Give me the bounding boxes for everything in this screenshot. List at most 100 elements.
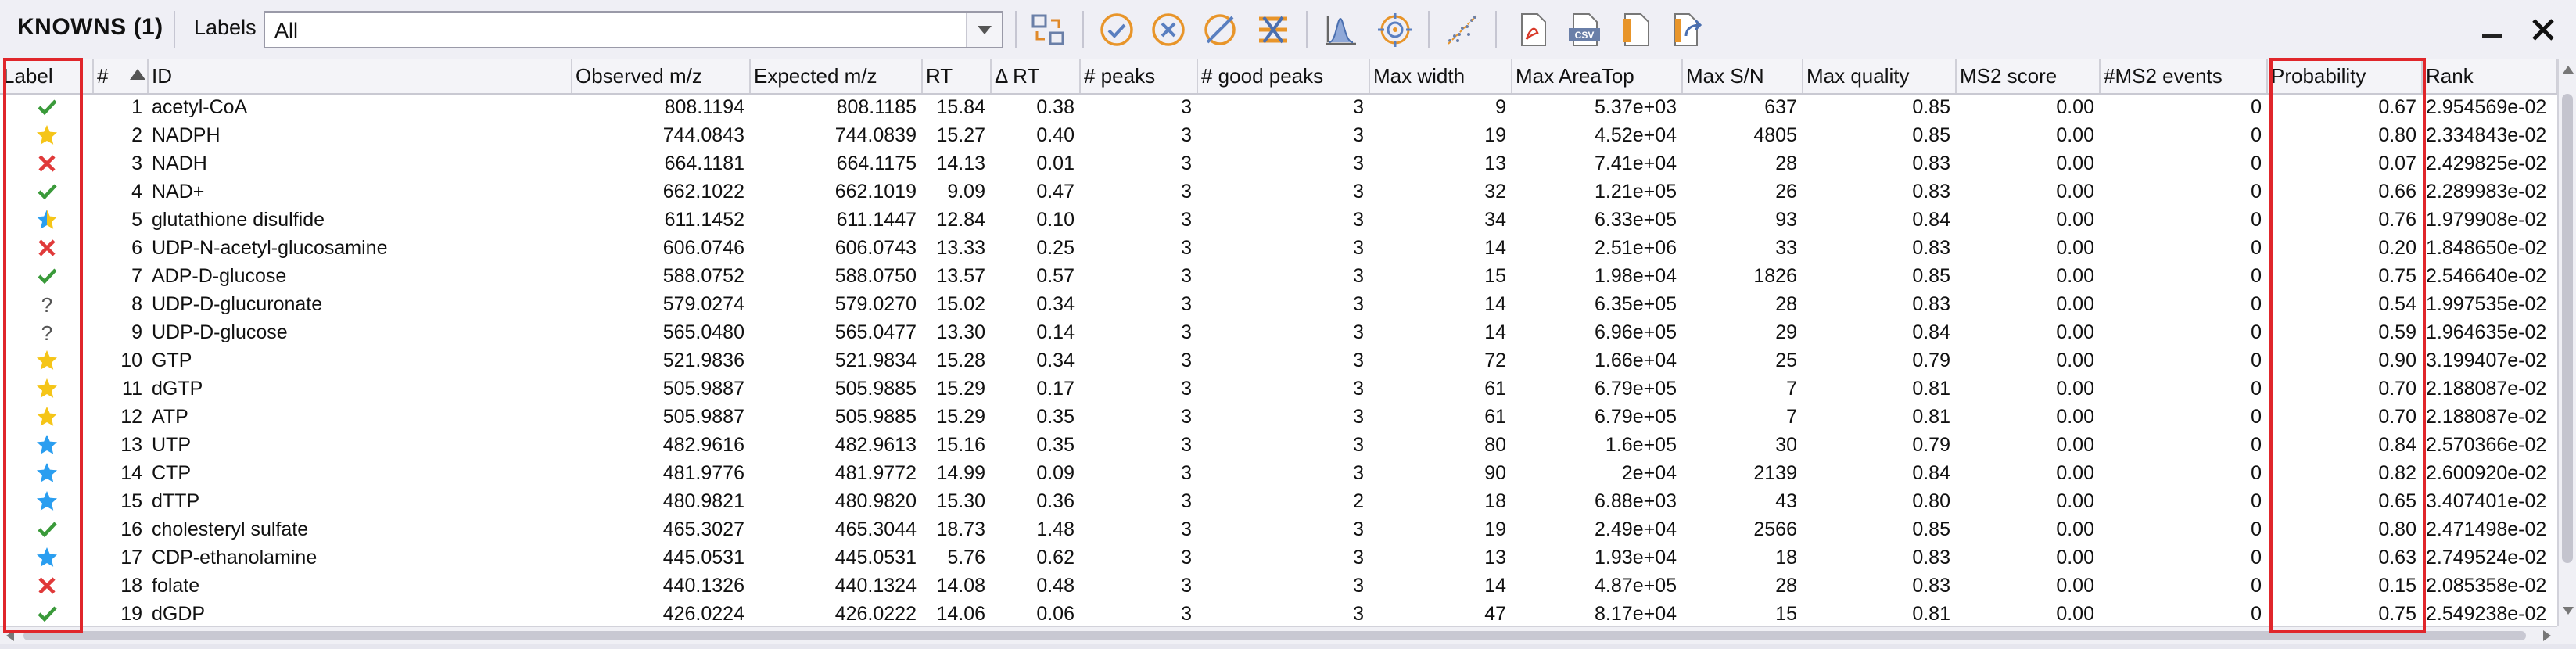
column-header-rt[interactable]: RT — [923, 59, 992, 93]
table-row[interactable]: 5 glutathione disulfide 611.1452 611.1447 12… — [0, 206, 2557, 234]
column-header-rank[interactable]: Rank — [2423, 59, 2557, 93]
cell-id: dGDP — [152, 603, 206, 625]
cell-good-peaks: 3 — [1353, 518, 1364, 540]
cell-label[interactable] — [0, 487, 94, 515]
column-header-observed-mz[interactable]: Observed m/z — [572, 59, 751, 93]
cell-label[interactable] — [0, 177, 94, 206]
table-row[interactable]: 2 NADPH 744.0843 744.0839 15.27 0.40 3 3 19 4.52e… — [0, 121, 2557, 149]
table-row[interactable]: 18 folate 440.1326 440.1324 14.08 0.48 3 3 14 4.8… — [0, 572, 2557, 600]
cell-label[interactable] — [0, 206, 94, 234]
table-row[interactable]: 6 UDP-N-acetyl-glucosamine 606.0746 606.074… — [0, 234, 2557, 262]
cell-probability: 0.75 — [2378, 265, 2416, 287]
column-header-delta-rt[interactable]: Δ RT — [992, 59, 1081, 93]
column-header-probability[interactable]: Probability — [2268, 59, 2423, 93]
cell-label[interactable] — [0, 572, 94, 600]
swap-layout-icon[interactable] — [1026, 8, 1070, 52]
table-row[interactable]: 1 acetyl-CoA 808.1194 808.1185 15.84 0.38 3 3 9 5… — [0, 93, 2557, 121]
cell-good-peaks: 2 — [1353, 490, 1364, 512]
cell-max-areatop: 6.79e+05 — [1595, 378, 1677, 400]
blue-star-icon — [37, 491, 57, 511]
cell-label[interactable] — [0, 149, 94, 177]
scroll-up-icon[interactable] — [2563, 66, 2574, 74]
column-header-ms2-events[interactable]: #MS2 events — [2101, 59, 2268, 93]
cell-max-sn: 26 — [1775, 181, 1797, 203]
cell-label[interactable] — [0, 346, 94, 375]
no-label-icon[interactable] — [1198, 8, 1242, 52]
cell-label[interactable]: ? — [0, 290, 94, 318]
column-header-max-areatop[interactable]: Max AreaTop — [1512, 59, 1683, 93]
cell-max-quality: 0.81 — [1912, 603, 1950, 625]
table-row[interactable]: ? 9 UDP-D-glucose 565.0480 565.0477 13.30 0.14… — [0, 318, 2557, 346]
column-header-max-quality[interactable]: Max quality — [1803, 59, 1957, 93]
cell-rank: 2.570366e-02 — [2426, 434, 2547, 456]
cell-label[interactable] — [0, 459, 94, 487]
column-header-label[interactable]: Label — [0, 59, 94, 93]
table-row[interactable]: 15 dTTP 480.9821 480.9820 15.30 0.36 3 2 18 6.88e… — [0, 487, 2557, 515]
check-circle-icon[interactable] — [1095, 8, 1139, 52]
cell-ms2-events: 0 — [2251, 378, 2262, 400]
table-row[interactable]: 7 ADP-D-glucose 588.0752 588.0750 13.57 0.57 3… — [0, 262, 2557, 290]
cell-label[interactable] — [0, 375, 94, 403]
cell-label[interactable] — [0, 543, 94, 572]
column-header-max-sn[interactable]: Max S/N — [1683, 59, 1803, 93]
table-row[interactable]: 4 NAD+ 662.1022 662.1019 9.09 0.47 3 3 32 1.21e+0… — [0, 177, 2557, 206]
table-row[interactable]: ? 8 UDP-D-glucuronate 579.0274 579.0270 15.02… — [0, 290, 2557, 318]
vertical-scroll-thumb[interactable] — [2562, 94, 2573, 563]
cell-delta-rt: 0.62 — [1036, 547, 1075, 568]
knowns-window: KNOWNS (1) Labels All CSV Label # ID Obs… — [0, 0, 2576, 649]
minimize-icon[interactable] — [2477, 19, 2509, 42]
horizontal-scrollbar[interactable] — [0, 626, 2557, 644]
cell-label[interactable] — [0, 431, 94, 459]
table-row[interactable]: 12 ATP 505.9887 505.9885 15.29 0.35 3 3 61 6.79e+… — [0, 403, 2557, 431]
table-row[interactable]: 3 NADH 664.1181 664.1175 14.13 0.01 3 3 13 7.41e+… — [0, 149, 2557, 177]
scroll-left-icon[interactable] — [6, 630, 14, 641]
cell-delta-rt: 0.48 — [1036, 575, 1075, 597]
chevron-down-icon[interactable] — [966, 13, 1002, 47]
column-header-id[interactable]: ID — [149, 59, 572, 93]
cell-label[interactable] — [0, 234, 94, 262]
close-icon[interactable] — [2528, 14, 2559, 45]
cell-label[interactable] — [0, 93, 94, 121]
cell-rank: 2.600920e-02 — [2426, 462, 2547, 484]
excel-export-icon[interactable] — [1614, 8, 1658, 52]
list-remove-icon[interactable] — [1251, 8, 1295, 52]
csv-export-icon[interactable]: CSV — [1562, 8, 1606, 52]
cell-label[interactable] — [0, 262, 94, 290]
table-row[interactable]: 11 dGTP 505.9887 505.9885 15.29 0.17 3 3 61 6.79e… — [0, 375, 2557, 403]
column-header-max-width[interactable]: Max width — [1370, 59, 1512, 93]
cell-ms2-score: 0.00 — [2056, 490, 2094, 512]
labels-filter-select[interactable]: All — [264, 11, 1003, 48]
vertical-scrollbar[interactable] — [2557, 59, 2576, 626]
pdf-export-icon[interactable] — [1511, 8, 1555, 52]
column-header-expected-mz[interactable]: Expected m/z — [751, 59, 923, 93]
cell-label[interactable] — [0, 600, 94, 626]
cross-circle-icon[interactable] — [1146, 8, 1190, 52]
cell-ms2-events: 0 — [2251, 209, 2262, 231]
table-row[interactable]: 17 CDP-ethanolamine 445.0531 445.0531 5.76 0.… — [0, 543, 2557, 572]
table-row[interactable]: 16 cholesteryl sulfate 465.3027 465.3044 18.… — [0, 515, 2557, 543]
cell-rt: 15.28 — [936, 350, 985, 371]
cell-expected-mz: 505.9885 — [834, 378, 917, 400]
scroll-down-icon[interactable] — [2563, 607, 2574, 615]
column-header-peaks[interactable]: # peaks — [1081, 59, 1198, 93]
table-row[interactable]: 14 CTP 481.9776 481.9772 14.99 0.09 3 3 90 2e+04 2… — [0, 459, 2557, 487]
column-header-good-peaks[interactable]: # good peaks — [1198, 59, 1370, 93]
cell-max-areatop: 1.98e+04 — [1595, 265, 1677, 287]
table-row[interactable]: 19 dGDP 426.0224 426.0222 14.06 0.06 3 3 47 8.17e… — [0, 600, 2557, 626]
share-export-icon[interactable] — [1666, 8, 1710, 52]
scatter-icon[interactable] — [1440, 8, 1484, 52]
column-header-ms2-score[interactable]: MS2 score — [1957, 59, 2101, 93]
cell-label[interactable] — [0, 121, 94, 149]
cell-label[interactable]: ? — [0, 318, 94, 346]
table-row[interactable]: 10 GTP 521.9836 521.9834 15.28 0.34 3 3 72 1.66e+… — [0, 346, 2557, 375]
horizontal-scroll-thumb[interactable] — [23, 631, 2526, 640]
table-row[interactable]: 13 UTP 482.9616 482.9613 15.16 0.35 3 3 80 1.6e+0… — [0, 431, 2557, 459]
cell-row-number: 6 — [131, 237, 142, 259]
cell-ms2-score: 0.00 — [2056, 321, 2094, 343]
cell-label[interactable] — [0, 515, 94, 543]
svg-text:?: ? — [41, 321, 52, 344]
cell-label[interactable] — [0, 403, 94, 431]
target-icon[interactable] — [1373, 8, 1417, 52]
scroll-right-icon[interactable] — [2543, 630, 2551, 641]
spectrum-icon[interactable] — [1318, 8, 1362, 52]
